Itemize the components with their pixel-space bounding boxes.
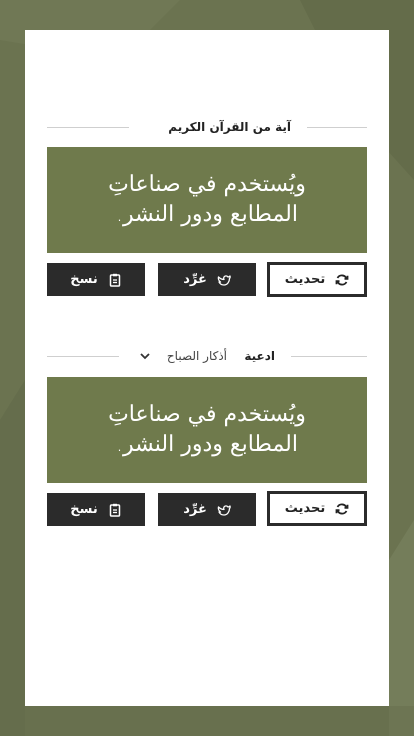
divider-line [47, 127, 129, 128]
copy-button[interactable]: نسخ [47, 493, 145, 526]
quran-section-heading: آية من القرآن الكريم [47, 119, 367, 135]
chevron-down-icon [140, 353, 150, 360]
bird-icon [217, 274, 231, 286]
quote-text: ويُستخدم في صناعاتِ المطابع ودور النشر. [108, 402, 306, 457]
copy-label: نسخ [70, 272, 98, 287]
clipboard-icon [109, 503, 120, 517]
clipboard-icon [109, 273, 120, 287]
refresh-label: تحديث [284, 501, 326, 516]
tweet-button[interactable]: غرِّد [158, 493, 256, 526]
divider-line [307, 127, 367, 128]
section-title: آية من القرآن الكريم [168, 120, 291, 134]
tweet-button[interactable]: غرِّد [158, 263, 256, 296]
bird-icon [217, 504, 231, 516]
quran-quote-box: ويُستخدم في صناعاتِ المطابع ودور النشر. [47, 147, 367, 253]
copy-button[interactable]: نسخ [47, 263, 145, 296]
refresh-button[interactable]: تحديث [267, 262, 367, 297]
refresh-icon [335, 274, 349, 285]
azkar-selector-label: أذكار الصباح [166, 349, 227, 363]
copy-label: نسخ [70, 502, 98, 517]
refresh-label: تحديث [284, 272, 326, 287]
duaa-quote-box: ويُستخدم في صناعاتِ المطابع ودور النشر. [47, 377, 367, 483]
quote-text: ويُستخدم في صناعاتِ المطابع ودور النشر. [108, 172, 306, 227]
refresh-button[interactable]: تحديث [267, 491, 367, 526]
section-title: ادعية [244, 349, 275, 363]
divider-line [47, 356, 119, 357]
duaa-section-heading: أذكار الصباح ادعية [47, 348, 367, 364]
content-card: آية من القرآن الكريم ويُستخدم في صناعاتِ… [25, 30, 389, 706]
divider-line [291, 356, 367, 357]
tweet-label: غرِّد [183, 502, 207, 517]
tweet-label: غرِّد [183, 272, 207, 287]
refresh-icon [335, 503, 349, 514]
